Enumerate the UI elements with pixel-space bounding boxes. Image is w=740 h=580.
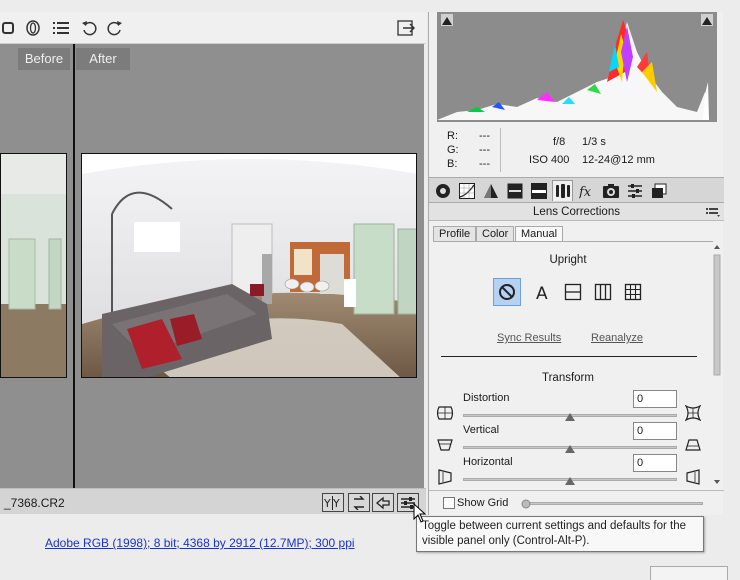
readout-separator bbox=[500, 128, 501, 172]
aperture: f/8 bbox=[553, 136, 566, 148]
image-preview[interactable]: Before After bbox=[0, 44, 424, 488]
snapshots-icon[interactable] bbox=[648, 180, 669, 201]
toggle-defaults-tooltip: Toggle between current settings and defa… bbox=[416, 516, 704, 552]
vertical-input[interactable]: 0 bbox=[633, 422, 677, 440]
svg-text:A: A bbox=[536, 284, 548, 301]
horizontal-input[interactable]: 0 bbox=[633, 454, 677, 472]
grid-size-slider[interactable] bbox=[521, 499, 703, 509]
open-preferences-icon[interactable] bbox=[397, 19, 415, 37]
rotate-cw-icon[interactable] bbox=[106, 19, 124, 37]
grid-size-thumb[interactable] bbox=[521, 498, 531, 512]
tooltip-line-1: Toggle between current settings and defa… bbox=[422, 520, 687, 532]
panel-title: Lens Corrections bbox=[533, 206, 620, 218]
distortion-track[interactable] bbox=[463, 413, 677, 421]
g-value: --- bbox=[479, 144, 490, 156]
hsl-icon[interactable] bbox=[504, 180, 525, 201]
right-panel: R: --- G: --- B: --- f/8 1/3 s ISO 400 1… bbox=[428, 12, 724, 515]
before-label: Before bbox=[18, 48, 70, 70]
vertical-perspective-down-icon bbox=[437, 437, 453, 453]
tab-profile[interactable]: Profile bbox=[433, 226, 477, 242]
shadow-clipping-icon[interactable] bbox=[441, 14, 453, 29]
manual-pane: Upright A Sync Results Reanalyze Transfo… bbox=[433, 241, 713, 488]
pincushion-distortion-icon bbox=[684, 404, 702, 422]
filename: _7368.CR2 bbox=[4, 496, 65, 510]
shutter-speed: 1/3 s bbox=[582, 136, 606, 148]
upright-full-button[interactable] bbox=[619, 278, 647, 306]
show-grid-row: Show Grid bbox=[429, 490, 724, 515]
r-value: --- bbox=[479, 130, 490, 142]
redeye-icon[interactable] bbox=[24, 19, 42, 37]
barrel-distortion-icon bbox=[436, 405, 454, 421]
tab-color[interactable]: Color bbox=[476, 226, 515, 242]
preview-status-bar: _7368.CR2 YY bbox=[0, 488, 426, 514]
upright-off-button[interactable] bbox=[493, 278, 521, 306]
section-header: Lens Corrections bbox=[429, 203, 724, 221]
copy-current-to-before-button[interactable] bbox=[372, 493, 394, 512]
before-photo bbox=[0, 153, 67, 378]
svg-text:fx: fx bbox=[579, 185, 592, 199]
lens-corrections-icon[interactable] bbox=[552, 180, 573, 201]
distortion-label: Distortion bbox=[463, 392, 510, 404]
after-photo bbox=[81, 153, 417, 378]
horizontal-slider-row: Horizontal 0 bbox=[433, 454, 709, 486]
upright-auto-button[interactable]: A bbox=[529, 278, 557, 306]
b-label: B: bbox=[447, 158, 458, 170]
svg-text:Y: Y bbox=[332, 497, 340, 510]
distortion-input[interactable]: 0 bbox=[633, 390, 677, 408]
reanalyze-link[interactable]: Reanalyze bbox=[591, 332, 643, 344]
panel-scrollbar[interactable] bbox=[712, 241, 722, 488]
r-label: R: bbox=[447, 130, 458, 142]
effects-fx-icon[interactable]: fx bbox=[576, 180, 597, 201]
distortion-thumb[interactable] bbox=[565, 410, 575, 421]
after-label: After bbox=[76, 48, 130, 70]
transform-label: Transform bbox=[542, 372, 594, 384]
split-toning-icon[interactable] bbox=[528, 180, 549, 201]
preview-toolbar bbox=[0, 12, 426, 44]
distortion-slider-row: Distortion 0 bbox=[433, 390, 709, 422]
camera-calibration-icon[interactable] bbox=[600, 180, 621, 201]
horizontal-perspective-left-icon bbox=[437, 469, 453, 485]
color-readout: R: --- G: --- B: --- f/8 1/3 s ISO 400 1… bbox=[437, 124, 717, 176]
horizontal-thumb[interactable] bbox=[565, 474, 575, 485]
panel-tab-strip: fx bbox=[429, 177, 724, 203]
horizontal-perspective-right-icon bbox=[685, 469, 701, 485]
horizontal-label: Horizontal bbox=[463, 456, 513, 468]
histogram bbox=[437, 12, 717, 122]
panel-menu-icon[interactable] bbox=[706, 206, 720, 224]
horizontal-track[interactable] bbox=[463, 477, 677, 485]
show-grid-label: Show Grid bbox=[457, 497, 509, 509]
before-after-divider[interactable] bbox=[73, 44, 75, 488]
upright-label: Upright bbox=[549, 254, 587, 266]
lens-info: 12-24@12 mm bbox=[582, 154, 655, 166]
tab-manual[interactable]: Manual bbox=[515, 226, 564, 242]
pane-separator bbox=[441, 356, 697, 357]
tooltip-line-2: visible panel only (Control-Alt-P). bbox=[422, 535, 590, 547]
b-value: --- bbox=[479, 158, 490, 170]
upright-level-button[interactable] bbox=[559, 278, 587, 306]
rotate-ccw-icon[interactable] bbox=[80, 19, 98, 37]
detail-triangle-icon[interactable] bbox=[480, 180, 501, 201]
vertical-thumb[interactable] bbox=[565, 442, 575, 453]
vertical-perspective-up-icon bbox=[685, 437, 701, 453]
show-grid-checkbox[interactable] bbox=[443, 497, 455, 509]
vertical-label: Vertical bbox=[463, 424, 500, 436]
tone-curve-icon[interactable] bbox=[456, 180, 477, 201]
highlight-clipping-icon[interactable] bbox=[701, 14, 713, 29]
mouse-cursor-icon bbox=[413, 502, 427, 526]
sync-results-link[interactable]: Sync Results bbox=[497, 332, 561, 344]
workflow-options-link[interactable]: Adobe RGB (1998); 8 bit; 4368 by 2912 (1… bbox=[45, 536, 355, 550]
upright-vertical-button[interactable] bbox=[589, 278, 617, 306]
basic-aperture-icon[interactable] bbox=[432, 180, 453, 201]
dialog-button[interactable] bbox=[650, 566, 728, 580]
cycle-before-after-button[interactable]: YY bbox=[322, 493, 344, 512]
swap-settings-button[interactable] bbox=[348, 493, 370, 512]
g-label: G: bbox=[447, 144, 459, 156]
svg-text:Y: Y bbox=[324, 497, 331, 510]
iso: ISO 400 bbox=[529, 154, 570, 166]
presets-icon[interactable] bbox=[624, 180, 645, 201]
rotate-left-icon[interactable] bbox=[0, 19, 18, 37]
list-icon[interactable] bbox=[52, 19, 70, 37]
vertical-track[interactable] bbox=[463, 445, 677, 453]
vertical-slider-row: Vertical 0 bbox=[433, 422, 709, 454]
